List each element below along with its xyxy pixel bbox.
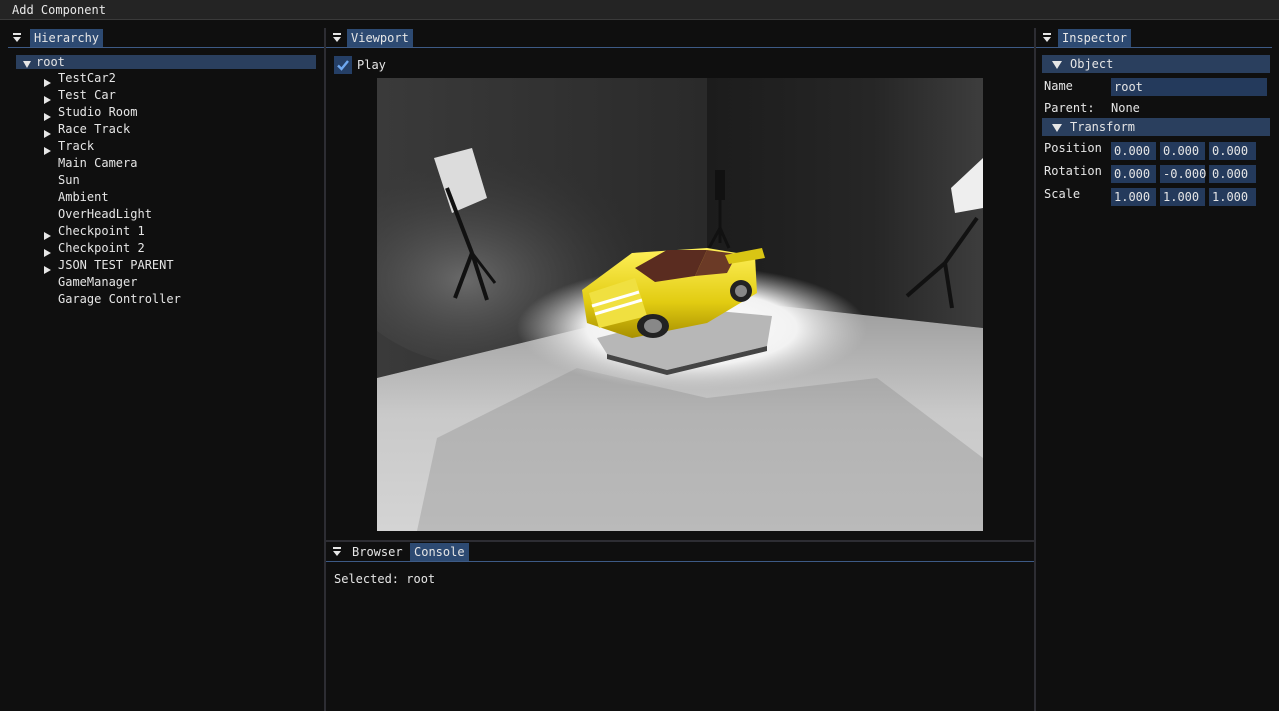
scale-z-field[interactable]: 1.000 [1209,188,1256,206]
expand-arrow-icon[interactable] [44,143,51,160]
tab-console[interactable]: Console [410,543,469,561]
expand-arrow-icon[interactable] [44,126,51,143]
console-tabbar: Browser Console [326,542,1034,562]
scene-render[interactable] [377,78,983,531]
hierarchy-item-label: Test Car [58,88,116,102]
transform-header-label: Transform [1070,120,1136,134]
object-section-header[interactable]: Object [1042,55,1270,73]
parent-value: None [1111,101,1140,115]
hierarchy-item-label: Studio Room [58,105,138,119]
expand-arrow-icon[interactable] [44,245,51,262]
hierarchy-item-label: OverHeadLight [58,207,152,221]
rotation-label: Rotation [1044,164,1102,178]
hierarchy-item-label: TestCar2 [58,71,116,85]
expand-arrow-icon[interactable] [44,262,51,279]
expand-arrow-icon[interactable] [44,92,51,109]
panel-menu-icon[interactable] [1042,32,1054,44]
hierarchy-item-label: Main Camera [58,156,138,170]
viewport-panel: Viewport Play [326,28,1034,540]
hierarchy-panel: Hierarchy root TestCar2 Test Car Studio Roo… [8,28,324,711]
play-checkbox[interactable] [334,56,352,74]
transform-section-header[interactable]: Transform [1042,118,1270,136]
scale-x-field[interactable]: 1.000 [1111,188,1156,206]
hierarchy-item-label: JSON TEST PARENT [58,258,174,272]
console-log-line: Selected: root [334,572,436,586]
object-header-label: Object [1070,57,1114,71]
scale-label: Scale [1044,187,1081,201]
position-x-field[interactable]: 0.000 [1111,142,1156,160]
rotation-z-field[interactable]: 0.000 [1209,165,1256,183]
expand-arrow-icon[interactable] [44,109,51,126]
hierarchy-item-label: GameManager [58,275,138,289]
hierarchy-item-label: Sun [58,173,80,187]
viewport-tabbar: Viewport [326,28,1034,48]
checkmark-icon [337,60,349,71]
hierarchy-item-label: Garage Controller [58,292,181,306]
scale-y-field[interactable]: 1.000 [1160,188,1205,206]
parent-label: Parent: [1044,101,1095,115]
tab-hierarchy[interactable]: Hierarchy [30,29,104,47]
position-label: Position [1044,141,1102,155]
rotation-x-field[interactable]: 0.000 [1111,165,1156,183]
inspector-tabbar: Inspector [1036,28,1272,48]
panel-menu-icon[interactable] [12,32,24,44]
tab-inspector[interactable]: Inspector [1058,29,1132,47]
hierarchy-item-label: Ambient [58,190,109,204]
collapse-arrow-icon [1052,59,1062,73]
expand-arrow-icon[interactable] [44,75,51,92]
expand-arrow-icon[interactable] [23,58,31,72]
tree-root-node[interactable]: root [16,55,316,69]
hierarchy-item-label: Race Track [58,122,131,136]
panel-menu-icon[interactable] [332,546,344,558]
collapse-arrow-icon [1052,122,1062,136]
hierarchy-item-label: Track [58,139,95,153]
menu-bar: Add Component [0,0,1279,20]
console-panel: Browser Console Selected: root [326,542,1034,711]
name-field[interactable]: root [1111,78,1267,96]
rotation-y-field[interactable]: -0.000 [1160,165,1206,183]
panel-menu-icon[interactable] [332,32,344,44]
scene-image [377,78,983,531]
inspector-panel: Inspector Object Name root Parent: None … [1036,28,1272,711]
name-label: Name [1044,79,1073,93]
expand-arrow-icon[interactable] [44,228,51,245]
play-label: Play [357,58,386,72]
position-z-field[interactable]: 0.000 [1209,142,1256,160]
hierarchy-item-label: Checkpoint 2 [58,241,145,255]
tree-root-label: root [36,55,65,69]
position-y-field[interactable]: 0.000 [1160,142,1205,160]
tab-viewport[interactable]: Viewport [347,29,413,47]
hierarchy-tabbar: Hierarchy [8,28,324,48]
hierarchy-item-label: Checkpoint 1 [58,224,145,238]
tab-browser[interactable]: Browser [348,543,407,561]
add-component-menu[interactable]: Add Component [12,3,106,17]
